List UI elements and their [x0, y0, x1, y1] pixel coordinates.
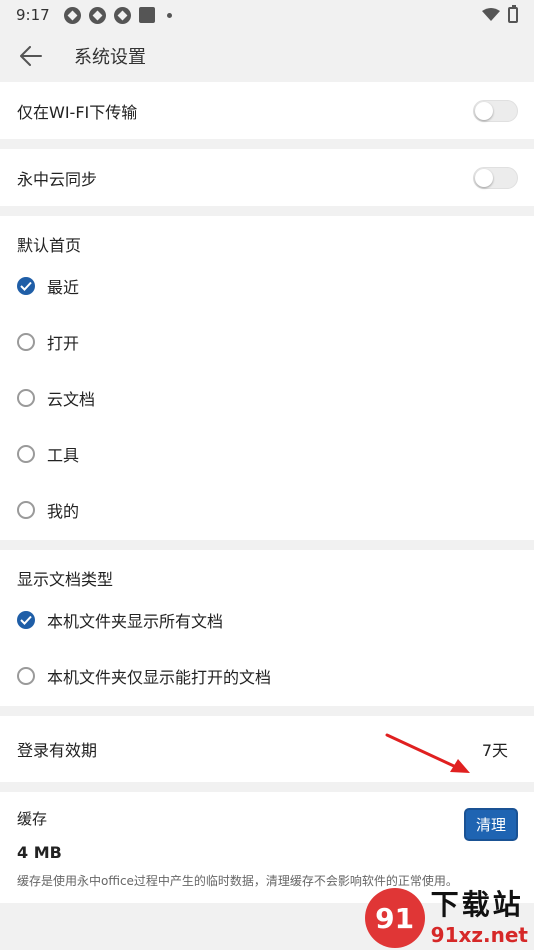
option-label: 云文档: [47, 390, 96, 409]
cache-size: 4 MB: [17, 843, 62, 862]
notification-icons: [63, 6, 172, 24]
clear-cache-button[interactable]: 清理: [463, 808, 518, 841]
default-home-option-cloud-docs[interactable]: 云文档: [0, 370, 534, 426]
watermark-url: 91xz.net: [430, 923, 528, 947]
option-label: 我的: [47, 502, 80, 521]
radio-unchecked-icon: [17, 501, 35, 519]
radio-unchecked-icon: [17, 667, 35, 685]
radio-unchecked-icon: [17, 389, 35, 407]
more-notifications-dot-icon: [166, 12, 172, 18]
battery-icon: [508, 5, 518, 23]
cloud-sync-label: 永中云同步: [17, 169, 98, 189]
annotation-arrow-icon: [385, 733, 470, 773]
notification-app-icon: [88, 6, 106, 24]
default-home-option-mine[interactable]: 我的: [0, 482, 534, 538]
wifi-setting: 仅在WI-FI下传输: [0, 82, 534, 139]
default-home-option-recent[interactable]: 最近: [0, 258, 534, 314]
wifi-only-toggle[interactable]: [473, 99, 518, 122]
login-validity-value: 7天: [481, 741, 508, 760]
default-home-option-tools[interactable]: 工具: [0, 426, 534, 482]
watermark-title: 下载站: [430, 888, 524, 921]
option-label: 打开: [47, 334, 80, 353]
doc-types-option-all[interactable]: 本机文件夹显示所有文档: [0, 592, 534, 648]
status-bar: 9:17: [0, 0, 534, 30]
default-home-section: 默认首页 最近 打开 云文档 工具 我的: [0, 216, 534, 540]
option-label: 本机文件夹显示所有文档: [47, 612, 224, 631]
site-watermark: 91 下载站 91xz.net: [364, 888, 528, 948]
notification-square-icon: [138, 7, 155, 23]
option-label: 本机文件夹仅显示能打开的文档: [47, 668, 272, 687]
status-time: 9:17: [16, 6, 50, 24]
cloud-sync-toggle[interactable]: [473, 166, 518, 189]
radio-unchecked-icon: [17, 333, 35, 351]
wifi-icon: [482, 8, 500, 21]
arrow-left-icon: [20, 46, 42, 66]
radio-checked-icon: [17, 277, 35, 295]
wifi-only-label: 仅在WI-FI下传输: [17, 102, 138, 122]
cache-description: 缓存是使用永中office过程中产生的临时数据，清理缓存不会影响软件的正常使用。: [17, 874, 458, 888]
radio-checked-icon: [17, 611, 35, 629]
watermark-logo: 91: [364, 888, 425, 948]
app-header: 系统设置: [0, 30, 534, 82]
back-button[interactable]: [18, 43, 44, 69]
doc-types-option-openable[interactable]: 本机文件夹仅显示能打开的文档: [0, 648, 534, 704]
doc-types-section: 显示文档类型 本机文件夹显示所有文档 本机文件夹仅显示能打开的文档: [0, 550, 534, 706]
notification-app-icon: [113, 6, 131, 24]
radio-unchecked-icon: [17, 445, 35, 463]
option-label: 工具: [47, 446, 80, 465]
default-home-option-open[interactable]: 打开: [0, 314, 534, 370]
option-label: 最近: [47, 278, 80, 297]
cache-section: 缓存 4 MB 缓存是使用永中office过程中产生的临时数据，清理缓存不会影响…: [0, 792, 534, 903]
page-title: 系统设置: [74, 47, 146, 68]
default-home-title: 默认首页: [17, 236, 82, 255]
notification-app-icon: [63, 6, 81, 24]
cloud-sync-setting: 永中云同步: [0, 149, 534, 206]
doc-types-title: 显示文档类型: [17, 570, 114, 589]
cache-label: 缓存: [17, 810, 48, 828]
